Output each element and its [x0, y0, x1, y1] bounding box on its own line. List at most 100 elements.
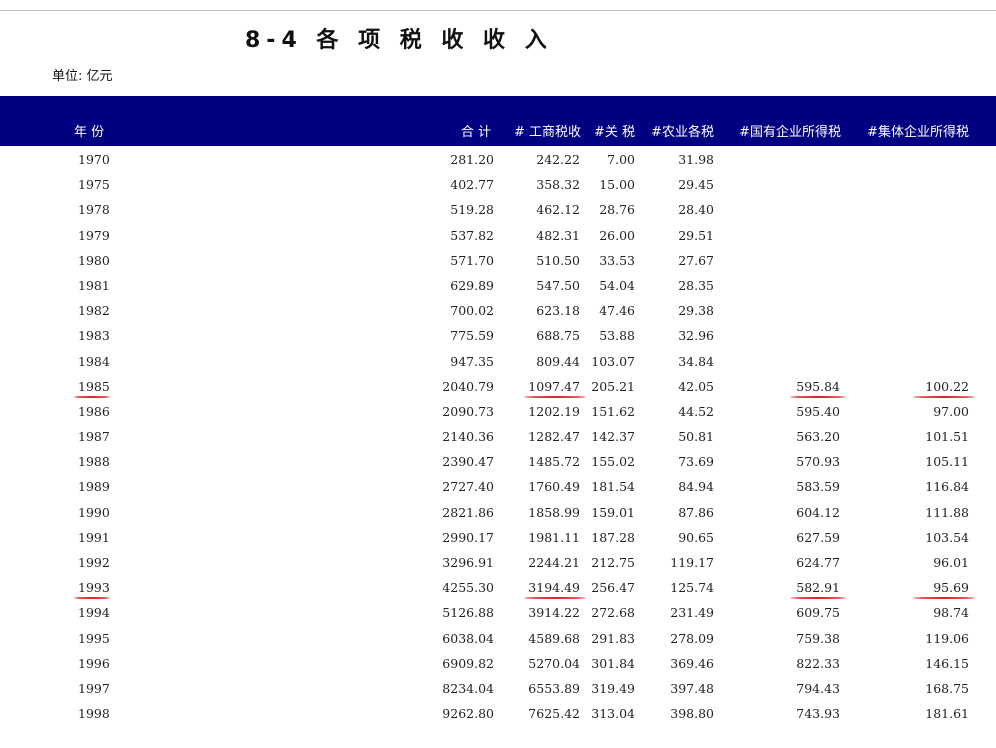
header-total: 合 计: [460, 125, 491, 140]
business-tax-cell: 462.12: [536, 202, 580, 218]
business-tax-cell: 3914.22: [528, 605, 580, 621]
year-cell: 1970: [78, 152, 110, 167]
customs-cell: 313.04: [591, 706, 635, 722]
unit-label: 单位: 亿元: [52, 69, 113, 84]
year-cell: 1988: [78, 454, 110, 470]
table-row: 1996 6909.82 5270.04 301.84 369.46 822.33 146.…: [0, 652, 996, 677]
collective-income-tax-cell: 105.11: [925, 454, 969, 470]
customs-cell: 26.00: [599, 227, 635, 243]
customs-cell: 301.84: [591, 655, 635, 671]
business-tax-cell: 5270.04: [528, 655, 580, 671]
table-row: 1980 571.70 510.50 33.53 27.67: [0, 249, 996, 274]
agricultural-tax-cell: 84.94: [678, 479, 714, 495]
year-cell: 1983: [78, 328, 110, 344]
agricultural-tax-cell: 27.67: [678, 252, 714, 268]
collective-income-tax-cell: 103.54: [925, 529, 969, 545]
business-tax-cell: 358.32: [536, 177, 580, 193]
total-cell: 281.20: [450, 152, 494, 167]
soe-income-tax-cell: 609.75: [796, 605, 840, 621]
business-tax-cell: 2244.21: [528, 555, 580, 570]
customs-cell: 151.62: [591, 403, 635, 419]
total-cell: 6909.82: [442, 655, 494, 671]
agricultural-tax-cell: 90.65: [678, 529, 714, 545]
business-tax-cell: 4589.68: [528, 630, 580, 646]
agricultural-tax-cell: 42.05: [678, 378, 714, 394]
year-cell: 1994: [78, 605, 110, 621]
customs-cell: 103.07: [591, 353, 635, 369]
table-body: 1970 281.20 242.22 7.00 31.98 1975 402.77 358.3…: [0, 148, 996, 727]
year-cell: 1996: [78, 655, 110, 671]
year-cell: 1997: [78, 680, 110, 696]
soe-income-tax-cell: 624.77: [796, 555, 840, 570]
soe-income-tax-cell: 759.38: [796, 630, 840, 646]
table-row: 1998 9262.80 7625.42 313.04 398.80 743.93 181.…: [0, 702, 996, 727]
total-cell: 4255.30: [442, 580, 494, 596]
business-tax-cell: 7625.42: [528, 706, 580, 722]
total-cell: 700.02: [450, 303, 494, 319]
agricultural-tax-cell: 29.45: [678, 177, 714, 193]
agricultural-tax-cell: 28.35: [678, 277, 714, 293]
collective-income-tax-cell: 168.75: [925, 680, 969, 696]
year-cell: 1995: [78, 630, 110, 646]
header-customs: #关 税: [593, 125, 635, 140]
business-tax-cell: 482.31: [536, 227, 580, 243]
agricultural-tax-cell: 31.98: [678, 152, 714, 167]
collective-income-tax-cell: 95.69: [933, 580, 969, 596]
agricultural-tax-cell: 50.81: [678, 429, 714, 445]
soe-income-tax-cell: 604.12: [796, 504, 840, 520]
red-underline-mark: [524, 395, 586, 398]
table-row: 1985 2040.79 1097.47 205.21 42.05 595.84 100.2…: [0, 375, 996, 400]
red-underline-mark: [913, 395, 975, 398]
customs-cell: 33.53: [599, 252, 635, 268]
collective-income-tax-cell: 181.61: [925, 706, 969, 722]
business-tax-cell: 1760.49: [528, 479, 580, 495]
customs-cell: 28.76: [599, 202, 635, 218]
year-cell: 1987: [78, 429, 110, 445]
total-cell: 6038.04: [442, 630, 494, 646]
collective-income-tax-cell: 97.00: [933, 403, 969, 419]
customs-cell: 212.75: [591, 555, 635, 570]
soe-income-tax-cell: 582.91: [796, 580, 840, 596]
business-tax-cell: 809.44: [536, 353, 580, 369]
table-row: 1993 4255.30 3194.49 256.47 125.74 582.91 95.6…: [0, 576, 996, 601]
total-cell: 775.59: [450, 328, 494, 344]
table-header-band: [0, 96, 996, 146]
soe-income-tax-cell: 794.43: [796, 680, 840, 696]
customs-cell: 15.00: [599, 177, 635, 193]
total-cell: 2090.73: [442, 403, 494, 419]
customs-cell: 291.83: [591, 630, 635, 646]
collective-income-tax-cell: 116.84: [925, 479, 969, 495]
total-cell: 519.28: [450, 202, 494, 218]
table-row: 1988 2390.47 1485.72 155.02 73.69 570.93 105.1…: [0, 450, 996, 475]
agricultural-tax-cell: 29.51: [678, 227, 714, 243]
table-row: 1997 8234.04 6553.89 319.49 397.48 794.43 168.…: [0, 677, 996, 702]
total-cell: 8234.04: [442, 680, 494, 696]
year-cell: 1981: [78, 277, 110, 293]
table-row: 1989 2727.40 1760.49 181.54 84.94 583.59 116.8…: [0, 475, 996, 500]
total-cell: 5126.88: [442, 605, 494, 621]
total-cell: 2727.40: [442, 479, 494, 495]
customs-cell: 47.46: [599, 303, 635, 319]
year-cell: 1985: [78, 378, 110, 394]
collective-income-tax-cell: 100.22: [925, 378, 969, 394]
customs-cell: 54.04: [599, 277, 635, 293]
header-agricultural-tax: #农业各税: [651, 125, 714, 140]
agricultural-tax-cell: 231.49: [670, 605, 714, 621]
agricultural-tax-cell: 87.86: [678, 504, 714, 520]
business-tax-cell: 1485.72: [528, 454, 580, 470]
year-cell: 1984: [78, 353, 110, 369]
total-cell: 3296.91: [442, 555, 494, 570]
agricultural-tax-cell: 32.96: [678, 328, 714, 344]
business-tax-cell: 688.75: [536, 328, 580, 344]
year-cell: 1989: [78, 479, 110, 495]
table-row: 1979 537.82 482.31 26.00 29.51: [0, 224, 996, 249]
customs-cell: 53.88: [599, 328, 635, 344]
table-row: 1994 5126.88 3914.22 272.68 231.49 609.75 98.7…: [0, 601, 996, 626]
year-cell: 1998: [78, 706, 110, 722]
business-tax-cell: 547.50: [536, 277, 580, 293]
collective-income-tax-cell: 146.15: [925, 655, 969, 671]
customs-cell: 272.68: [591, 605, 635, 621]
total-cell: 2140.36: [442, 429, 494, 445]
year-cell: 1979: [78, 227, 110, 243]
table-row: 1970 281.20 242.22 7.00 31.98: [0, 148, 996, 173]
